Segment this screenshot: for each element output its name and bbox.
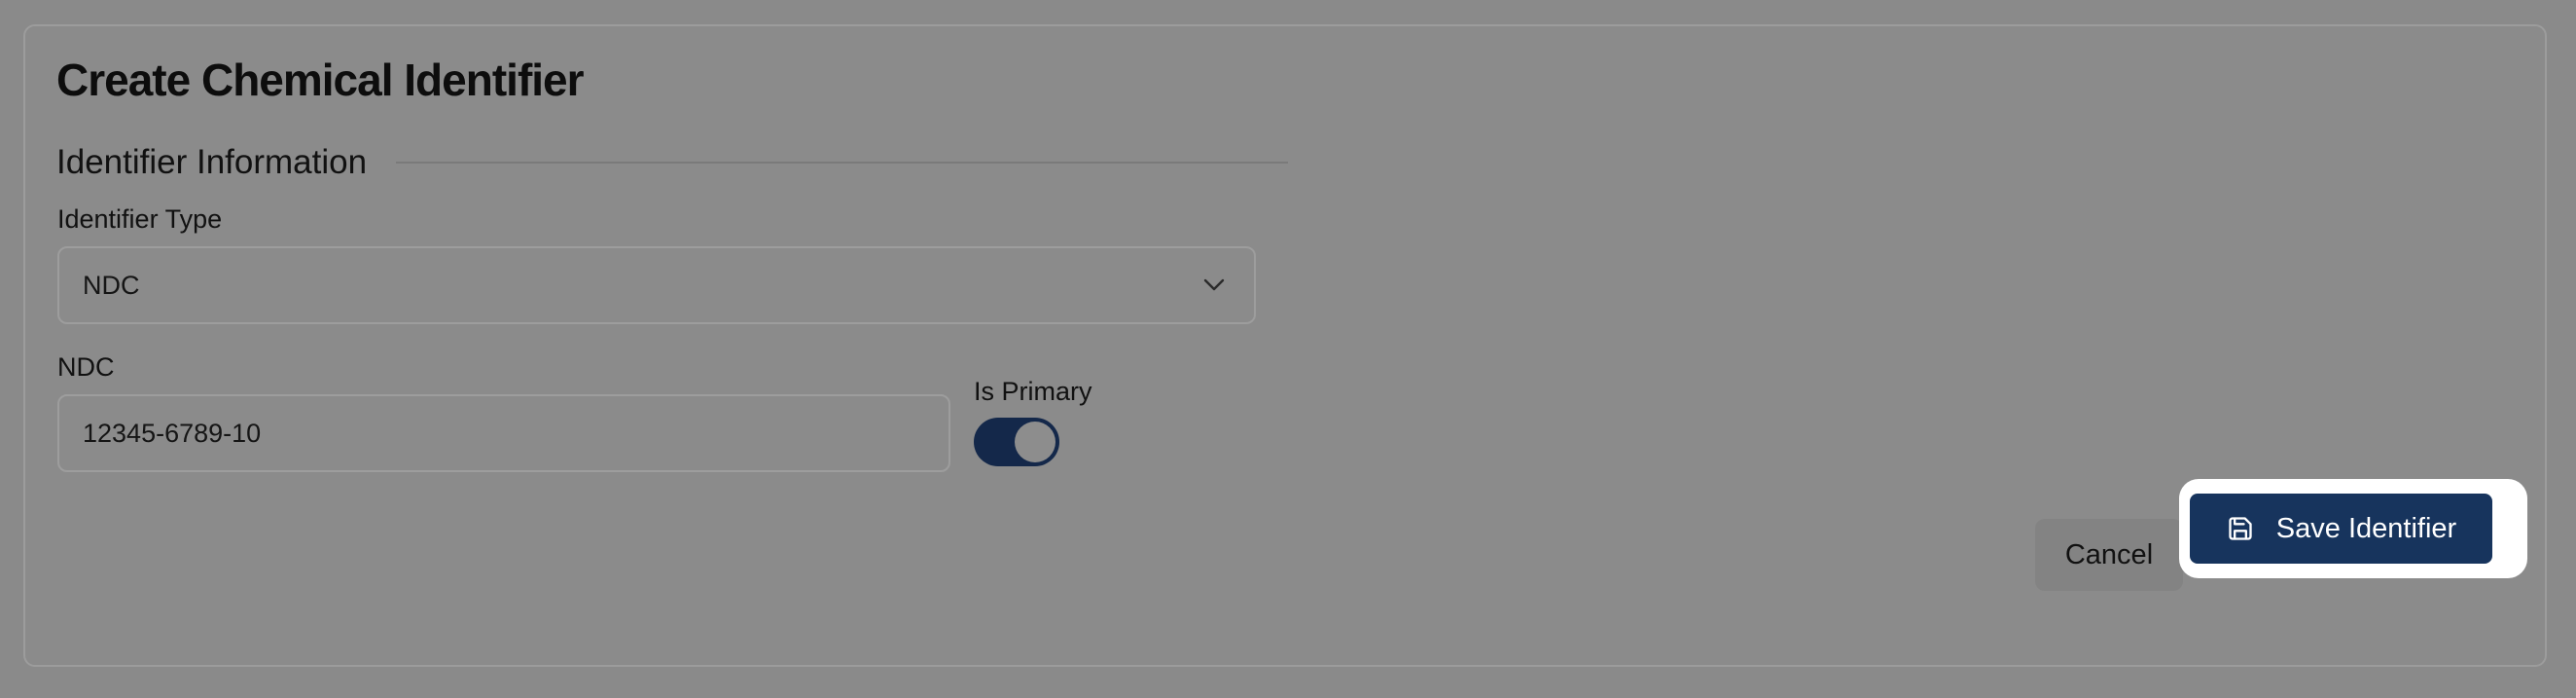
save-identifier-button[interactable]: Save Identifier — [2190, 494, 2492, 564]
toggle-knob — [1015, 422, 1055, 462]
cancel-button[interactable]: Cancel — [2035, 519, 2183, 591]
chevron-down-icon — [1201, 273, 1227, 298]
identifier-type-value: NDC — [83, 270, 140, 300]
identifier-type-label: Identifier Type — [57, 204, 223, 234]
is-primary-label: Is Primary — [974, 377, 1092, 406]
section-header: Identifier Information — [56, 143, 1288, 182]
is-primary-toggle[interactable] — [974, 418, 1059, 466]
create-identifier-card: Create Chemical Identifier Identifier In… — [23, 24, 2547, 667]
ndc-input[interactable] — [57, 394, 950, 472]
identifier-type-select[interactable]: NDC — [57, 246, 1256, 324]
ndc-label: NDC — [57, 352, 115, 382]
page-title: Create Chemical Identifier — [56, 55, 585, 105]
section-divider — [396, 162, 1288, 164]
save-icon — [2226, 514, 2255, 543]
section-title: Identifier Information — [56, 143, 368, 181]
save-identifier-label: Save Identifier — [2275, 512, 2457, 544]
